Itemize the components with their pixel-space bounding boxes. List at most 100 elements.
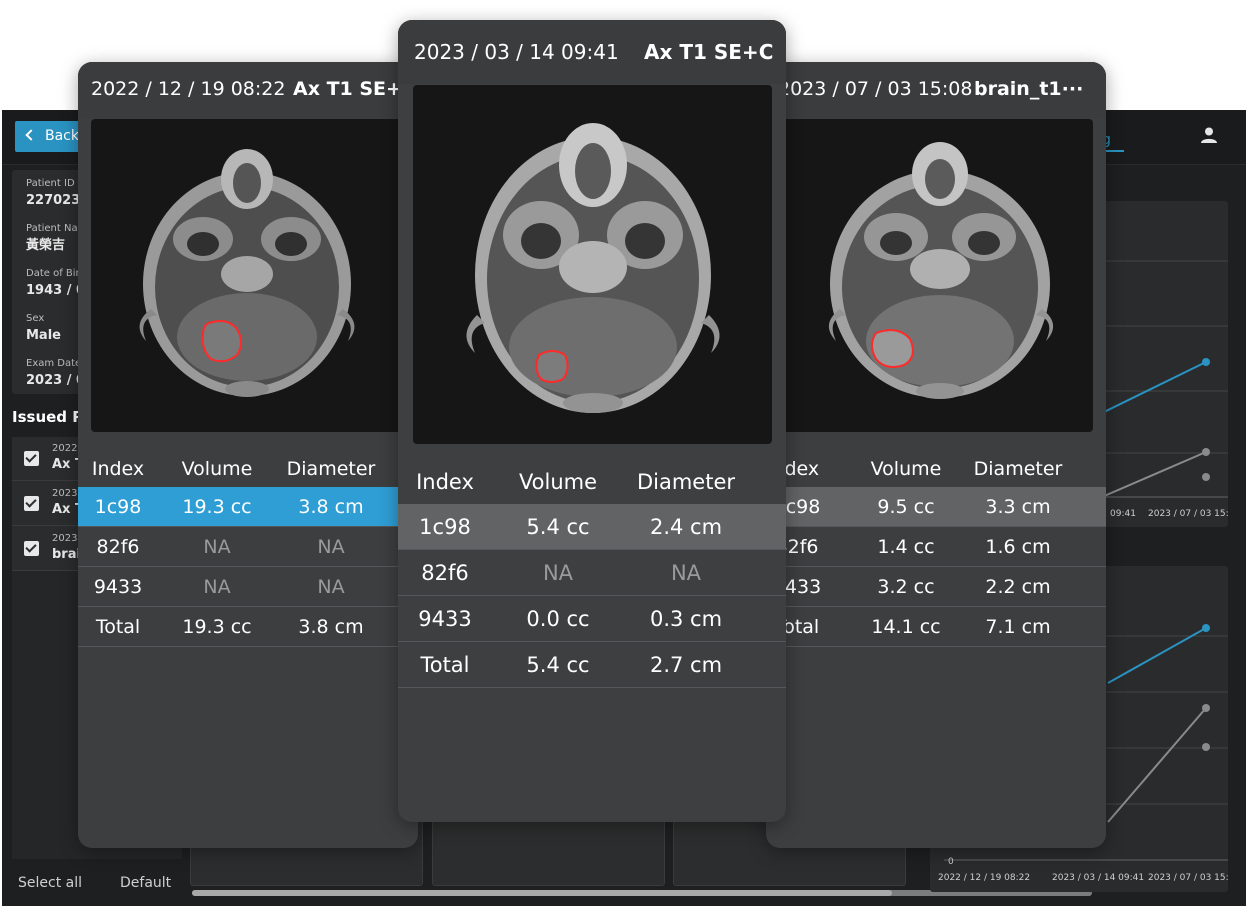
table-row-total[interactable]: Total 19.3 cc 3.8 cm [78, 607, 418, 647]
cell-index: 1c98 [419, 515, 471, 539]
cell-index: 9433 [418, 607, 472, 631]
cell-volume: 19.3 cc [182, 616, 252, 638]
y-tick-label: 0 [948, 857, 954, 867]
cell-diameter: NA [670, 561, 702, 585]
cell-diameter: 0.3 cm [649, 607, 723, 631]
data-point-gray[interactable] [1202, 473, 1210, 481]
sex-value: Male [26, 328, 61, 343]
back-button-label: Back [45, 128, 79, 144]
table-row-total[interactable]: Total 14.1 cc 7.1 cm [766, 607, 1106, 647]
date-of-birth: Date of Bir 1943 / 0 [26, 268, 85, 299]
patient-name: Patient Na 黃榮吉 [26, 223, 78, 254]
cell-volume: NA [203, 536, 231, 558]
trend-chart-top-svg: 09:41 2023 / 07 / 03 15:08 [1102, 260, 1228, 519]
cell-diameter: 7.1 cm [985, 616, 1051, 638]
checkbox-checked-icon[interactable] [24, 541, 39, 556]
mri-scan-svg [466, 123, 720, 413]
cell-diameter: 3.3 cm [985, 496, 1051, 518]
dob-value: 1943 / 0 [26, 283, 86, 298]
cell-diameter: 1.6 cm [985, 536, 1051, 558]
column-header: Diameter [973, 458, 1063, 480]
column-header: Volume [181, 458, 253, 480]
checkbox-checked-icon[interactable] [24, 451, 39, 466]
lesion-contour[interactable] [871, 329, 914, 368]
data-point-gray[interactable] [1202, 448, 1210, 456]
cell-index: 1c98 [94, 496, 142, 518]
exam-card-2023-03-14[interactable]: 2023 / 03 / 14 09:41 Ax T1 SE+C Index Vo… [398, 20, 786, 822]
lesion-contour[interactable] [201, 320, 242, 363]
data-point-blue[interactable] [1202, 624, 1210, 632]
select-all-button[interactable]: Select all [18, 875, 82, 891]
trend-chart-top: 09:41 2023 / 07 / 03 15:08 [1102, 201, 1228, 527]
issued-reports-title: Issued R [12, 408, 84, 426]
cell-volume: 0.0 cc [526, 607, 590, 631]
mri-scan-svg [828, 142, 1054, 399]
stage: Back g Patient ID 2270238 Patient Na 黃榮吉… [0, 0, 1246, 906]
table-row[interactable]: 9433 0.0 cc 0.3 cm [398, 596, 786, 642]
exam-card-2023-07-03[interactable]: 2023 / 07 / 03 15:08 brain_t1··· Index V… [766, 62, 1106, 848]
x-tick-label: 2023 / 07 / 03 15:08 [1148, 509, 1228, 519]
cell-index: 9433 [93, 576, 143, 598]
series-line-gray [1107, 707, 1207, 823]
mri-scan-image[interactable] [780, 119, 1093, 432]
series-line-blue [1102, 361, 1207, 414]
cell-diameter: 2.2 cm [985, 576, 1051, 598]
cell-diameter: 3.8 cm [298, 496, 364, 518]
column-header: Volume [518, 470, 598, 494]
sex-label: Sex [26, 313, 45, 324]
default-button[interactable]: Default [120, 875, 171, 891]
card-header: 2023 / 07 / 03 15:08 brain_t1··· [766, 62, 1106, 118]
cell-volume: 3.2 cc [877, 576, 935, 598]
table-header-row: Index Volume Diameter [398, 460, 786, 504]
table-header-row: Index Volume Diameter [78, 450, 418, 488]
cell-index: 82f6 [96, 536, 140, 558]
column-header: Diameter [286, 458, 376, 480]
scrollbar-thumb[interactable] [192, 890, 892, 896]
data-point-gray[interactable] [1202, 704, 1210, 712]
column-header: Diameter [636, 470, 736, 494]
data-point-blue[interactable] [1202, 358, 1210, 366]
table-row[interactable]: 9433 3.2 cc 2.2 cm [766, 567, 1106, 607]
data-point-gray[interactable] [1202, 743, 1210, 751]
card-date: 2022 / 12 / 19 08:22 [91, 78, 286, 100]
user-icon[interactable] [1200, 126, 1218, 144]
exam-card-2022-12-19[interactable]: 2022 / 12 / 19 08:22 Ax T1 SE+C Index Vo… [78, 62, 418, 848]
cell-diameter: NA [317, 576, 345, 598]
column-header: Index [91, 458, 145, 480]
cell-volume: 19.3 cc [182, 496, 252, 518]
patient-name-value: 黃榮吉 [26, 238, 66, 253]
cell-diameter: 2.7 cm [649, 653, 723, 677]
table-row[interactable]: 9433 NA NA [78, 567, 418, 607]
lesion-contour[interactable] [535, 350, 569, 383]
cell-index: Total [95, 616, 141, 638]
mri-scan-svg [139, 149, 355, 397]
table-row[interactable]: 82f6 1.4 cc 1.6 cm [766, 527, 1106, 567]
cell-volume: 14.1 cc [871, 616, 941, 638]
x-tick-label: 2023 / 07 / 03 15:08 [1148, 873, 1228, 883]
dob-label: Date of Bir [26, 268, 80, 279]
exam-date: Exam Date 2023 / 0 [26, 358, 85, 389]
table-row-total[interactable]: Total 5.4 cc 2.7 cm [398, 642, 786, 688]
cell-volume: 5.4 cc [526, 653, 590, 677]
card-sequence: brain_t1··· [974, 78, 1084, 100]
cell-index: Total [420, 653, 470, 677]
series-line-gray [1102, 451, 1207, 498]
table-row[interactable]: 1c98 19.3 cc 3.8 cm [78, 487, 418, 527]
mri-scan-image[interactable] [413, 85, 772, 444]
thumbnail-slot[interactable] [432, 820, 665, 886]
mri-scan-image[interactable] [91, 119, 403, 432]
cell-diameter: 3.8 cm [298, 616, 364, 638]
table-row[interactable]: 82f6 NA NA [398, 550, 786, 596]
table-row[interactable]: 1c98 5.4 cc 2.4 cm [398, 504, 786, 550]
cell-diameter: 2.4 cm [649, 515, 723, 539]
checkbox-checked-icon[interactable] [24, 496, 39, 511]
card-header: 2023 / 03 / 14 09:41 Ax T1 SE+C [398, 20, 786, 84]
table-row[interactable]: 1c98 9.5 cc 3.3 cm [766, 487, 1106, 527]
cell-volume: 1.4 cc [877, 536, 935, 558]
sex: Sex Male [26, 313, 61, 344]
card-date: 2023 / 03 / 14 09:41 [414, 40, 619, 64]
chevron-left-icon [25, 129, 37, 141]
cell-volume: NA [542, 561, 574, 585]
cell-volume: 5.4 cc [526, 515, 590, 539]
table-row[interactable]: 82f6 NA NA [78, 527, 418, 567]
